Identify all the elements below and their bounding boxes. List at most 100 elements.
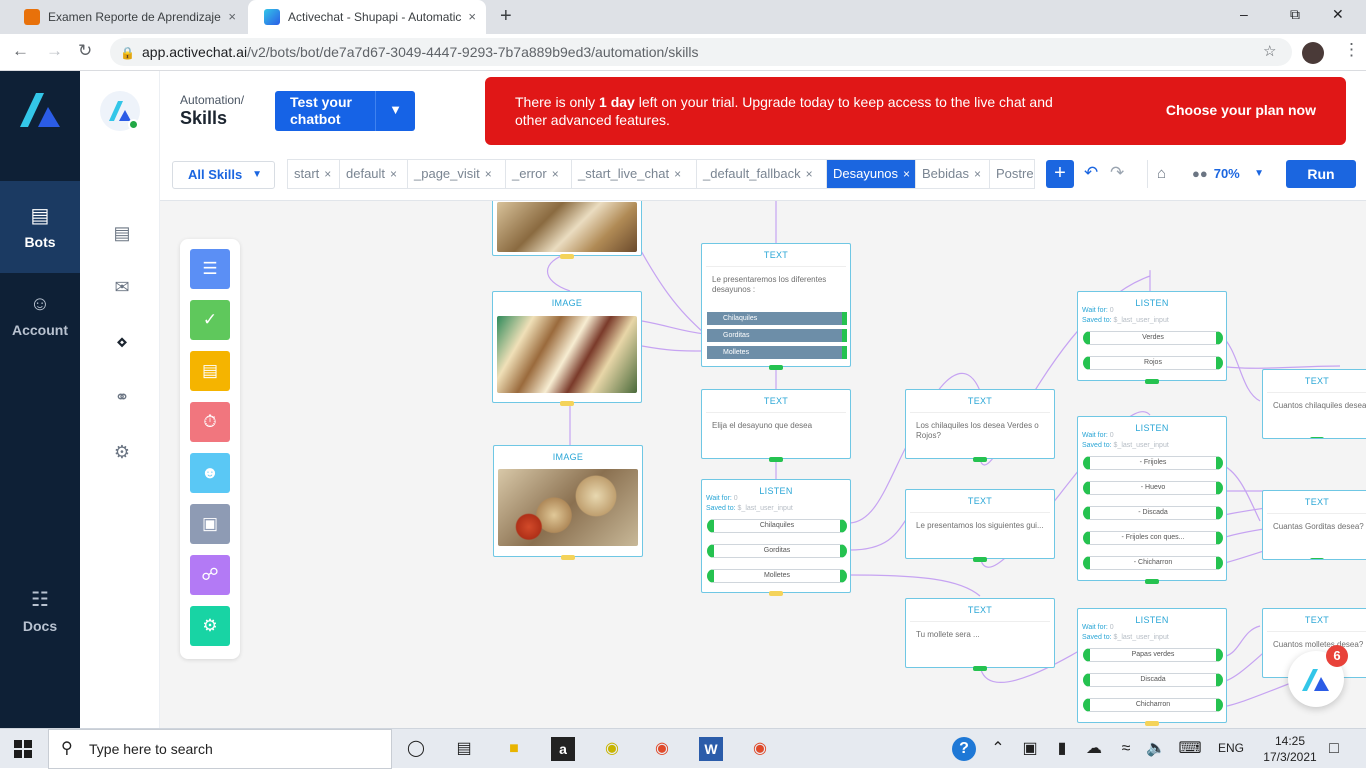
all-skills-dropdown[interactable]: All Skills ▼ xyxy=(172,161,275,189)
listen-option[interactable]: - Huevo xyxy=(1083,481,1223,495)
listen-option[interactable]: Chicharron xyxy=(1083,698,1223,712)
listen-option[interactable]: Verdes xyxy=(1083,331,1223,345)
listen-option[interactable]: Chilaquiles xyxy=(707,519,847,533)
skill-tab[interactable]: default × xyxy=(340,160,408,188)
browser-menu-icon[interactable]: ⋮ xyxy=(1343,40,1360,60)
listen-option[interactable]: Discada xyxy=(1083,673,1223,687)
node-handle[interactable] xyxy=(1310,558,1324,559)
text-node[interactable]: TEXT Elija el desayuno que desea xyxy=(701,389,851,462)
tray-chevron-icon[interactable]: ⌃ xyxy=(986,737,1010,761)
keyboard-icon[interactable]: ⌨ xyxy=(1178,737,1202,761)
reply-button[interactable]: Chilaquiles xyxy=(707,312,847,325)
zoom-dropdown[interactable]: ●● 70% ▼ xyxy=(1182,161,1274,187)
node-handle[interactable] xyxy=(561,555,575,560)
integrations-icon[interactable]: ⚭ xyxy=(110,387,134,411)
test-chatbot-button[interactable]: Test your chatbot ▼ xyxy=(275,91,415,131)
reply-button[interactable]: Molletes xyxy=(707,346,847,359)
back-icon[interactable]: ← xyxy=(12,41,29,61)
skill-tab[interactable]: _page_visit × xyxy=(408,160,506,188)
check-icon[interactable]: ✓ xyxy=(190,300,230,340)
node-handle[interactable] xyxy=(1145,721,1159,726)
node-handle[interactable] xyxy=(560,254,574,259)
system-clock[interactable]: 14:25 17/3/2021 xyxy=(1262,733,1318,765)
code-icon[interactable]: ▣ xyxy=(190,504,230,544)
close-tab-icon[interactable]: × xyxy=(468,9,476,24)
notifications-icon[interactable]: □ xyxy=(1322,737,1346,761)
listen-node[interactable]: LISTEN Wait for: 0 Saved to: $_last_user… xyxy=(1077,291,1227,384)
image-node[interactable]: IMAGE xyxy=(492,291,642,406)
add-skill-button[interactable]: + xyxy=(1046,160,1074,188)
new-tab-button[interactable]: + xyxy=(500,5,512,28)
timer-icon[interactable]: ⏱ xyxy=(190,402,230,442)
node-handle[interactable] xyxy=(1145,379,1159,384)
node-handle[interactable] xyxy=(973,457,987,462)
listen-node[interactable]: LISTEN Wait for: 0 Saved to: $_last_user… xyxy=(701,479,851,596)
text-block-icon[interactable]: ☰ xyxy=(190,249,230,289)
text-node[interactable]: TEXT Le presentamos los siguientes gui..… xyxy=(905,489,1055,562)
task-view-icon[interactable]: ▤ xyxy=(452,737,476,761)
minimize-icon[interactable]: – xyxy=(1240,6,1248,22)
profile-avatar[interactable] xyxy=(1302,42,1324,64)
listen-option[interactable]: - Frijoles con ques... xyxy=(1083,531,1223,545)
listen-node[interactable]: LISTEN Wait for: 0 Saved to: $_last_user… xyxy=(1077,608,1227,726)
meet-now-icon[interactable]: ▣ xyxy=(1018,737,1042,761)
node-handle[interactable] xyxy=(769,591,783,596)
url-input[interactable]: 🔒 app.activechat.ai/v2/bots/bot/de7a7d67… xyxy=(110,38,1292,66)
node-handle[interactable] xyxy=(1310,437,1324,438)
listen-option[interactable]: Papas verdes xyxy=(1083,648,1223,662)
text-node[interactable]: TEXT Cuantas Gorditas desea? xyxy=(1262,490,1366,560)
chevron-down-icon[interactable]: ▼ xyxy=(375,91,415,131)
settings-icon[interactable]: ⚙ xyxy=(110,442,134,466)
chrome-icon[interactable]: ◉ xyxy=(650,737,674,761)
redo-icon[interactable]: ↷ xyxy=(1110,163,1124,183)
node-handle[interactable] xyxy=(1145,579,1159,584)
undo-icon[interactable]: ↶ xyxy=(1084,163,1098,183)
taskbar-search-input[interactable]: ⚲ Type here to search xyxy=(48,729,392,769)
amazon-icon[interactable]: a xyxy=(551,737,575,761)
listen-option[interactable]: - Chicharron xyxy=(1083,556,1223,570)
node-handle[interactable] xyxy=(973,666,987,671)
automation-icon[interactable]: ⋄ xyxy=(110,332,134,356)
user-icon[interactable]: ☻ xyxy=(190,453,230,493)
input-language[interactable]: ENG xyxy=(1218,741,1244,755)
listen-node[interactable]: LISTEN Wait for: 0 Saved to: $_last_user… xyxy=(1077,416,1227,584)
listen-option[interactable]: Rojos xyxy=(1083,356,1223,370)
cortana-icon[interactable]: ◯ xyxy=(404,737,428,761)
listen-option[interactable]: Molletes xyxy=(707,569,847,583)
reply-button[interactable]: Gorditas xyxy=(707,329,847,342)
bot-avatar[interactable] xyxy=(100,91,140,131)
onedrive-icon[interactable]: ☁ xyxy=(1082,737,1106,761)
breadcrumb[interactable]: Automation/ xyxy=(180,93,244,107)
skill-tab-active[interactable]: Desayunos × xyxy=(827,160,916,188)
file-explorer-icon[interactable]: ■ xyxy=(502,737,526,761)
volume-icon[interactable]: 🔈 xyxy=(1144,737,1168,761)
form-icon[interactable]: ▤ xyxy=(190,351,230,391)
listen-option[interactable]: - Discada xyxy=(1083,506,1223,520)
node-handle[interactable] xyxy=(769,365,783,370)
activechat-logo-icon[interactable] xyxy=(16,89,64,131)
nav-bots[interactable]: ▤ Bots xyxy=(0,181,80,273)
text-node[interactable]: TEXT Le presentaremos los diferentes des… xyxy=(701,243,851,370)
node-handle[interactable] xyxy=(560,401,574,406)
word-icon[interactable]: W xyxy=(699,737,723,761)
skill-tab[interactable]: _error × xyxy=(506,160,572,188)
browser-tab-activechat[interactable]: Activechat - Shupapi - Automatic × xyxy=(248,0,486,34)
choose-plan-button[interactable]: Choose your plan now xyxy=(1166,102,1316,118)
text-node[interactable]: TEXT Cuantos chilaquiles desea? xyxy=(1262,369,1366,439)
home-icon[interactable]: ⌂ xyxy=(1147,160,1175,188)
skill-tab[interactable]: Postres xyxy=(990,160,1034,188)
flow-canvas[interactable]: ☰ ✓ ▤ ⏱ ☻ ▣ ☍ ⚙ IMAGE IMAGE TEXT Le pres… xyxy=(160,201,1366,728)
node-handle[interactable] xyxy=(769,457,783,462)
reload-icon[interactable]: ↻ xyxy=(78,41,92,61)
forward-icon[interactable]: → xyxy=(46,41,63,61)
plugin-icon[interactable]: ⚙ xyxy=(190,606,230,646)
image-node[interactable]: IMAGE xyxy=(493,445,643,560)
maximize-icon[interactable]: ⧉ xyxy=(1290,6,1300,23)
skill-tab[interactable]: Bebidas × xyxy=(916,160,990,188)
browser-tab-examen[interactable]: Examen Reporte de Aprendizaje × xyxy=(8,0,246,34)
skill-tab[interactable]: _start_live_chat × xyxy=(572,160,697,188)
analytics-icon[interactable]: ▤ xyxy=(110,223,134,247)
inbox-icon[interactable]: ✉ xyxy=(110,277,134,301)
chat-widget-button[interactable]: 6 xyxy=(1288,645,1348,707)
help-icon[interactable]: ? xyxy=(952,737,976,761)
